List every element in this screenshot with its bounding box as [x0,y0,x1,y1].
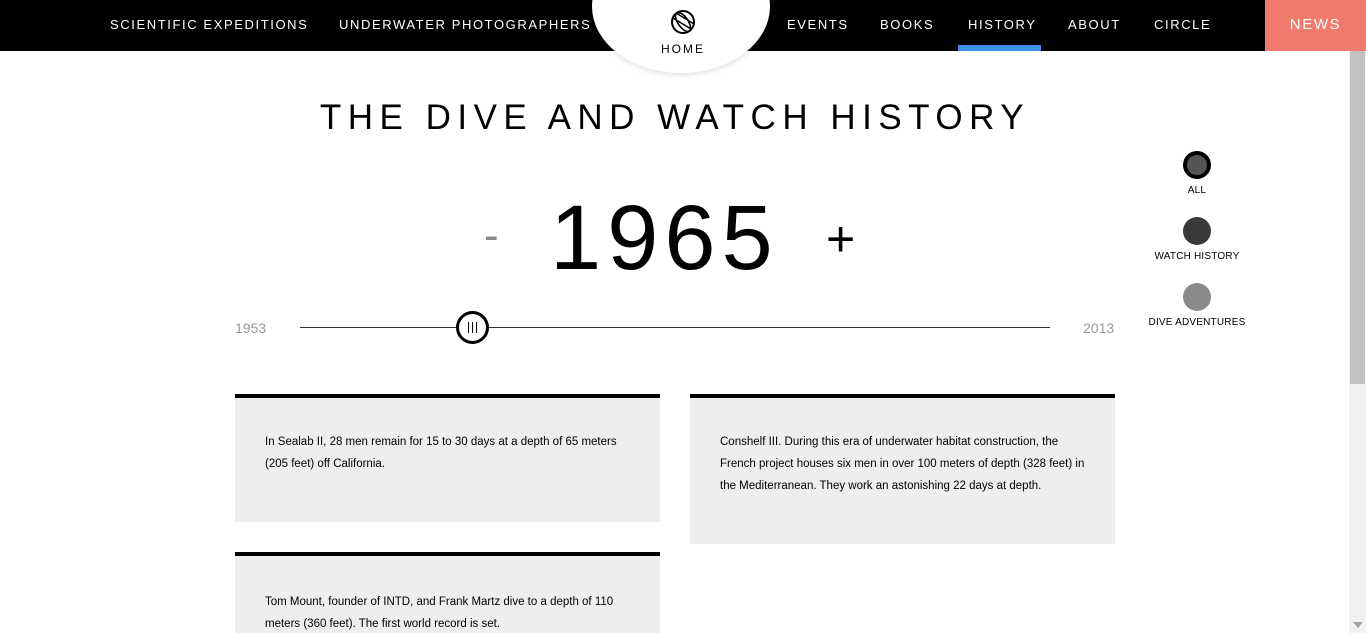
timeline-slider-track[interactable] [300,327,1050,328]
grip-line [472,322,473,333]
timeline-max-label: 2013 [1083,320,1115,336]
event-card-text: Tom Mount, founder of INTD, and Frank Ma… [265,596,614,630]
grip-line [468,322,469,333]
news-button[interactable]: NEWS [1265,0,1366,51]
event-card-text: Conshelf III. During this era of underwa… [720,436,1085,492]
filter-all[interactable]: ALL [1140,151,1254,196]
scroll-down-arrow-icon[interactable] [1353,622,1363,628]
page-title: THE DIVE AND WATCH HISTORY [319,98,1031,137]
nav-item-underwater-photographers[interactable]: UNDERWATER PHOTOGRAPHERS [339,0,591,51]
year-decrement-button[interactable]: - [484,214,499,258]
nav-item-circle[interactable]: CIRCLE [1154,0,1211,51]
globe-icon[interactable] [670,9,696,35]
nav-item-about[interactable]: ABOUT [1068,0,1121,51]
filter-label-watch-history: WATCH HISTORY [1154,251,1240,262]
nav-item-scientific-expeditions[interactable]: SCIENTIFIC EXPEDITIONS [110,0,308,51]
nav-item-books[interactable]: BOOKS [880,0,934,51]
timeline-slider-handle[interactable] [456,311,489,344]
nav-item-history[interactable]: HISTORY [968,0,1037,51]
event-card: In Sealab II, 28 men remain for 15 to 30… [235,394,660,522]
filter-dot-dive-adventures [1183,283,1211,311]
timeline-min-label: 1953 [235,320,267,336]
filter-label-all: ALL [1187,185,1207,196]
event-card: Tom Mount, founder of INTD, and Frank Ma… [235,552,660,633]
active-nav-indicator [958,45,1041,51]
home-label[interactable]: HOME [647,42,719,56]
scrollbar-thumb[interactable] [1350,51,1365,384]
event-card-text: In Sealab II, 28 men remain for 15 to 30… [265,436,617,470]
nav-item-events[interactable]: EVENTS [787,0,849,51]
filter-label-dive-adventures: DIVE ADVENTURES [1148,317,1246,328]
filter-dot-watch-history [1183,217,1211,245]
filter-dot-all [1183,151,1211,179]
grip-line [476,322,477,333]
year-increment-button[interactable]: + [826,214,855,264]
current-year: 1965 [550,187,779,289]
filter-watch-history[interactable]: WATCH HISTORY [1140,217,1254,262]
filter-dive-adventures[interactable]: DIVE ADVENTURES [1140,283,1254,328]
event-card: Conshelf III. During this era of underwa… [690,394,1115,544]
